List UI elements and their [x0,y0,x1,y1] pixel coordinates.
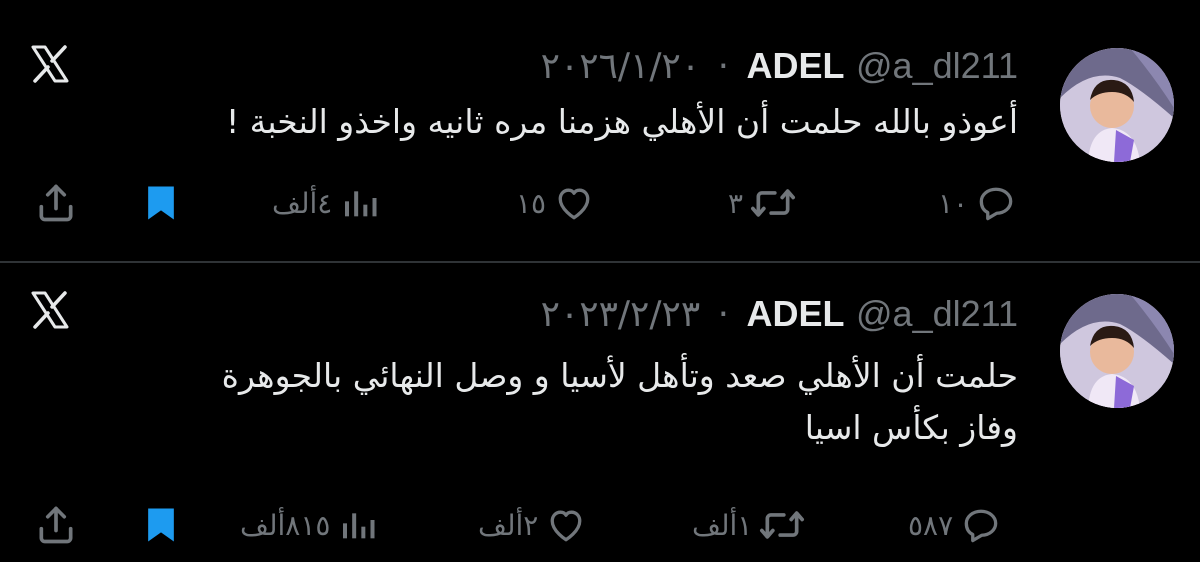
share-button[interactable] [34,178,78,228]
views-icon [343,513,375,539]
action-bar: ١٠ ٣ ١٥ ٤ألف [0,178,1200,228]
share-button[interactable] [34,500,78,550]
tweet-card[interactable]: ADEL @a_dl211 · ٢٠٢٣/٢/٢٣ حلمت أن الأهلي… [0,262,1200,562]
like-button[interactable]: ١٥ [516,178,596,228]
action-bar: ٥٨٧ ١ألف ٢ألف ٨١٥ألف [0,500,1200,550]
share-icon [39,506,73,544]
reply-icon [964,509,998,543]
avatar[interactable] [1060,294,1174,408]
repost-count: ٣ [728,186,744,220]
like-button[interactable]: ٢ألف [478,500,588,550]
author-name[interactable]: ADEL [747,293,845,334]
bookmark-icon [148,186,174,220]
repost-icon [751,189,796,217]
tweet-text: أعوذو بالله حلمت أن الأهلي هزمنا مره ثان… [226,96,1018,148]
tweet-text-line: حلمت أن الأهلي صعد وتأهل لأسيا و وصل الن… [221,356,1018,395]
tweet-text-line: وفاز بكأس اسيا [804,408,1018,447]
bookmark-icon [148,508,174,542]
avatar-image [1060,294,1174,408]
reply-icon [979,187,1013,221]
author-handle[interactable]: @a_dl211 [856,45,1018,86]
bookmark-button[interactable] [142,178,180,228]
x-logo-icon [31,45,69,83]
separator-dot: · [717,294,730,335]
views-count: ٨١٥ألف [240,508,331,542]
avatar-image [1060,48,1174,162]
reply-button[interactable]: ١٠ [938,178,1018,228]
x-logo-icon [31,291,69,329]
tweet-card[interactable]: ADEL @a_dl211 · ٢٠٢٦/١/٢٠ أعوذو بالله حل… [0,0,1200,263]
reply-count: ٥٨٧ [908,508,954,542]
separator-dot: · [717,46,730,87]
author-name[interactable]: ADEL [747,45,845,86]
tweet-text: حلمت أن الأهلي صعد وتأهل لأسيا و وصل الن… [222,350,1018,454]
tweet-header: ADEL @a_dl211 · ٢٠٢٣/٢/٢٣ [541,292,1018,337]
views-count: ٤ألف [272,186,333,220]
like-icon [558,188,590,220]
tweet-date[interactable]: ٢٠٢٣/٢/٢٣ [541,294,701,335]
views-button[interactable]: ٤ألف [272,178,380,228]
like-icon [550,510,582,542]
bookmark-button[interactable] [142,500,180,550]
like-count: ٢ألف [478,508,539,542]
author-handle[interactable]: @a_dl211 [856,293,1018,334]
views-icon [345,191,377,217]
repost-icon [760,511,805,539]
repost-button[interactable]: ١ألف [692,500,806,550]
views-button[interactable]: ٨١٥ألف [240,500,378,550]
tweet-text-line: أعوذو بالله حلمت أن الأهلي هزمنا مره ثان… [225,102,1018,141]
reply-button[interactable]: ٥٨٧ [908,500,1003,550]
repost-button[interactable]: ٣ [728,178,797,228]
repost-count: ١ألف [692,508,753,542]
avatar[interactable] [1060,48,1174,162]
reply-count: ١٠ [938,186,969,220]
tweet-date[interactable]: ٢٠٢٦/١/٢٠ [541,46,701,87]
like-count: ١٥ [516,186,547,220]
tweet-header: ADEL @a_dl211 · ٢٠٢٦/١/٢٠ [541,44,1018,89]
share-icon [39,184,73,222]
